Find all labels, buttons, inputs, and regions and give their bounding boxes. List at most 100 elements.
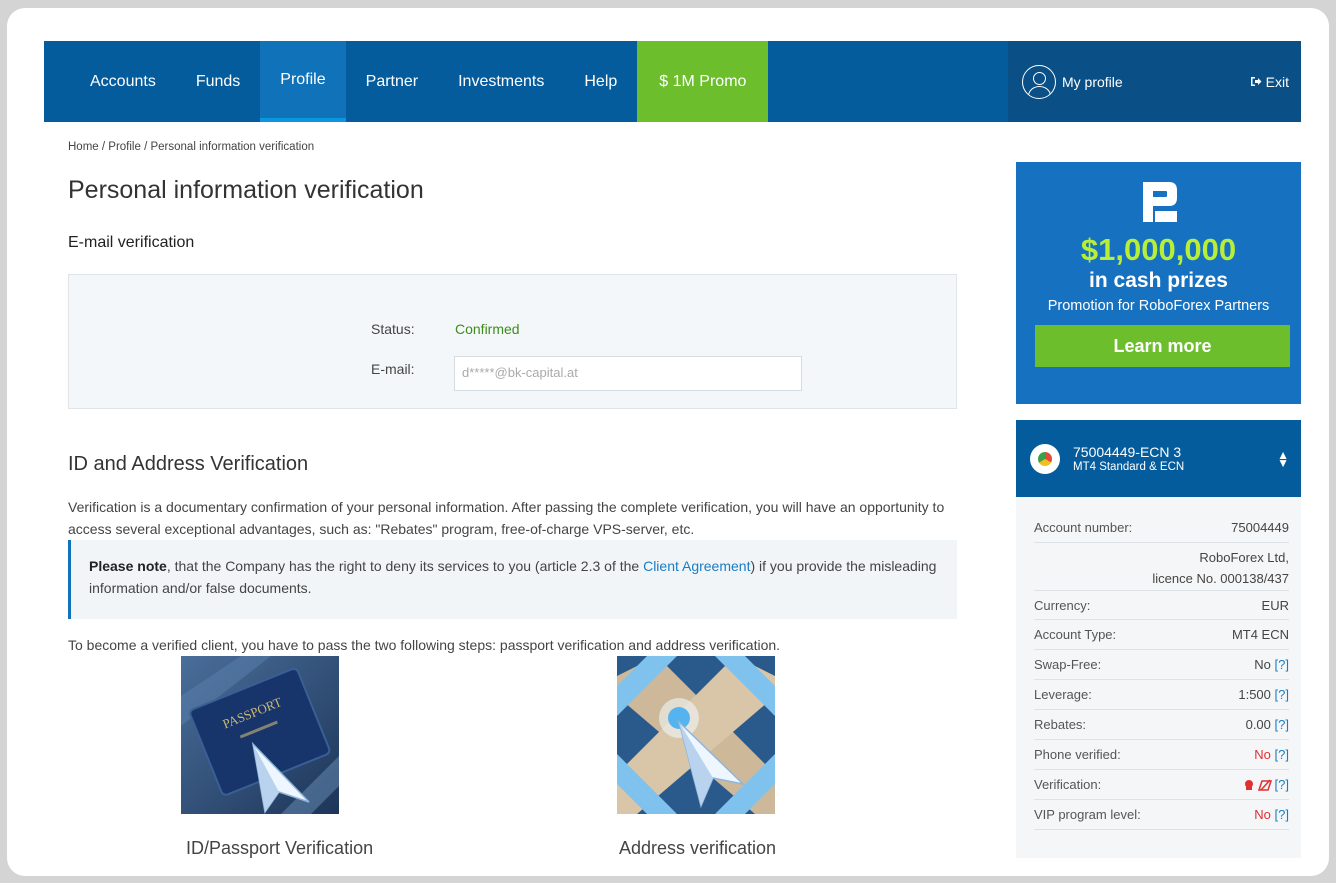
id-section-title: ID and Address Verification (68, 453, 309, 475)
rebates-label: Rebates: (1034, 717, 1087, 732)
client-agreement-link[interactable]: Client Agreement (643, 558, 750, 574)
company-value: RoboForex Ltd, licence No. 000138/437 (1152, 547, 1289, 589)
swap-free-help[interactable]: [?] (1275, 657, 1289, 672)
browser-viewport: Accounts Funds Profile Partner Investmen… (44, 41, 1301, 858)
nav-partner[interactable]: Partner (346, 41, 438, 122)
page-title: Personal information verification (68, 176, 424, 204)
phone-verified-value-wrap: No [?] (1254, 747, 1289, 762)
account-selector[interactable]: 75004449-ECN 3 MT4 Standard & ECN ▲ ▼ (1016, 420, 1301, 497)
breadcrumb-home[interactable]: Home (68, 141, 99, 153)
phone-verified-label: Phone verified: (1034, 747, 1121, 762)
account-name: 75004449-ECN 3 (1073, 444, 1182, 460)
verification-value-wrap: [?] (1243, 777, 1289, 792)
id-unverified-icon (1244, 779, 1253, 790)
exit-label: Exit (1265, 73, 1289, 90)
swap-free-label: Swap-Free: (1034, 657, 1102, 672)
my-profile-label: My profile (1062, 73, 1123, 90)
vip-level-value: No (1254, 807, 1271, 822)
top-navigation: Accounts Funds Profile Partner Investmen… (44, 41, 1301, 122)
address-verification-image[interactable] (617, 656, 775, 814)
intro-paragraph: Verification is a documentary confirmati… (68, 499, 945, 537)
promo-subtitle: Promotion for RoboForex Partners (1047, 298, 1270, 314)
address-unverified-icon (1257, 778, 1272, 791)
company-line-1: RoboForex Ltd, (1199, 550, 1289, 565)
promo-banner[interactable]: $1,000,000 in cash prizes Promotion for … (1016, 162, 1301, 404)
promo-amount: $1,000,000 (1080, 232, 1237, 267)
sort-icon: ▲ ▼ (1277, 447, 1289, 470)
nav-promo[interactable]: $ 1M Promo (637, 41, 769, 122)
status-value: Confirmed (455, 321, 520, 337)
status-row: Status: Confirmed (371, 321, 520, 337)
phone-verified-row: Phone verified: No [?] (1034, 740, 1289, 770)
nav-accounts[interactable]: Accounts (70, 41, 176, 122)
main-menu: Accounts Funds Profile Partner Investmen… (44, 41, 1008, 122)
currency-row: Currency: EUR (1034, 590, 1289, 620)
leverage-help[interactable]: [?] (1275, 687, 1289, 702)
my-profile-link[interactable]: My profile (1022, 64, 1123, 99)
account-type-row: Account Type: MT4 ECN (1034, 620, 1289, 650)
vip-level-label: VIP program level: (1034, 807, 1141, 822)
nav-investments[interactable]: Investments (438, 41, 564, 122)
leverage-value: 1:500 (1238, 687, 1271, 702)
steps-text: To become a verified client, you have to… (68, 637, 781, 653)
email-label: E-mail: (371, 361, 415, 377)
user-icon (1022, 64, 1056, 99)
rebates-row: Rebates: 0.00 [?] (1034, 710, 1289, 740)
exit-icon (1250, 77, 1262, 86)
status-label: Status: (371, 321, 415, 337)
account-type-label: Account Type: (1034, 627, 1117, 642)
passport-step-label[interactable]: ID/Passport Verification (186, 838, 373, 858)
promo-cash: in cash prizes (1089, 269, 1228, 292)
account-number-row: Account number: 75004449 (1034, 513, 1289, 543)
passport-verification-image[interactable]: PASSPORT (181, 656, 339, 814)
breadcrumb: Home / Profile / Personal information ve… (68, 141, 314, 153)
address-step-label[interactable]: Address verification (619, 838, 776, 858)
leverage-row: Leverage: 1:500 [?] (1034, 680, 1289, 710)
email-row: E-mail: (371, 361, 455, 377)
phone-verified-help[interactable]: [?] (1275, 747, 1289, 762)
breadcrumb-separator: / (98, 141, 109, 153)
company-row: RoboForex Ltd, licence No. 000138/437 (1034, 543, 1289, 590)
email-section-title: E-mail verification (68, 234, 195, 251)
leverage-label: Leverage: (1034, 687, 1092, 702)
swap-free-value: No (1254, 657, 1271, 672)
nav-funds[interactable]: Funds (176, 41, 260, 122)
email-verification-box: Status: Confirmed E-mail: d*****@bk-capit… (68, 274, 957, 409)
phone-verified-value: No (1254, 747, 1271, 762)
swap-free-row: Swap-Free: No [?] (1034, 650, 1289, 680)
account-number-value: 75004449 (1231, 520, 1289, 535)
account-details: Account number: 75004449 RoboForex Ltd, … (1016, 497, 1301, 858)
vip-level-value-wrap: No [?] (1254, 807, 1289, 822)
breadcrumb-current: Personal information verification (150, 141, 315, 153)
vip-level-row: VIP program level: No [?] (1034, 800, 1289, 830)
currency-value: EUR (1261, 597, 1289, 613)
rebates-value: 0.00 (1245, 717, 1271, 732)
account-number-label: Account number: (1034, 520, 1133, 535)
nav-help[interactable]: Help (564, 41, 637, 122)
account-type: MT4 Standard & ECN (1073, 461, 1185, 473)
currency-label: Currency: (1034, 597, 1091, 613)
learn-more-button[interactable]: Learn more (1035, 325, 1290, 367)
rebates-help[interactable]: [?] (1275, 717, 1289, 732)
email-field[interactable]: d*****@bk-capital.at (454, 356, 802, 391)
exit-button[interactable]: Exit (1250, 74, 1289, 90)
verification-label: Verification: (1034, 777, 1102, 792)
vip-level-help[interactable]: [?] (1275, 807, 1289, 822)
verification-help[interactable]: [?] (1275, 777, 1289, 792)
nav-profile[interactable]: Profile (260, 41, 346, 122)
account-info: 75004449-ECN 3 MT4 Standard & ECN (1073, 444, 1277, 473)
company-line-2: licence No. 000138/437 (1152, 571, 1289, 586)
rebates-value-wrap: 0.00 [?] (1246, 717, 1289, 732)
user-area: My profile Exit (1008, 41, 1301, 122)
window-frame: Accounts Funds Profile Partner Investmen… (7, 8, 1329, 876)
note-text-1: , that the Company has the right to deny… (166, 558, 644, 574)
leverage-value-wrap: 1:500 [?] (1238, 687, 1289, 702)
roboforex-logo-icon (1143, 182, 1177, 222)
note-box: Please note, that the Company has the ri… (68, 540, 957, 619)
account-type-value: MT4 ECN (1231, 627, 1289, 642)
note-bold: Please note (89, 558, 167, 574)
swap-free-value-wrap: No [?] (1254, 657, 1289, 672)
verification-row: Verification: [?] (1034, 770, 1289, 800)
mt4-icon (1030, 443, 1060, 474)
breadcrumb-profile[interactable]: Profile (108, 141, 141, 153)
